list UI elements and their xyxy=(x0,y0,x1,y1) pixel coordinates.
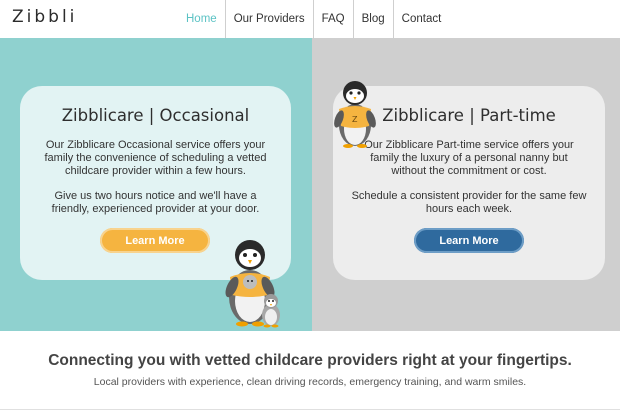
nav-contact[interactable]: Contact xyxy=(394,0,450,38)
site-logo[interactable]: Zibbli xyxy=(12,7,77,27)
main-nav: Home Our Providers FAQ Blog Contact xyxy=(178,0,449,38)
parttime-learn-more-button[interactable]: Learn More xyxy=(414,228,524,253)
penguin-family-icon xyxy=(225,240,280,328)
tagline-subtext: Local providers with experience, clean d… xyxy=(93,376,527,388)
nav-home[interactable]: Home xyxy=(178,0,226,38)
parttime-panel: Zibblicare | Part-time Our Zibblicare Pa… xyxy=(312,38,620,331)
tagline-section: Connecting you with vetted childcare pro… xyxy=(0,331,620,410)
occasional-panel: Zibblicare | Occasional Our Zibblicare O… xyxy=(0,38,312,331)
tagline-heading: Connecting you with vetted childcare pro… xyxy=(48,352,572,369)
nav-faq[interactable]: FAQ xyxy=(314,0,354,38)
penguin-mascot-icon: Z xyxy=(334,81,376,148)
parttime-description: Our Zibblicare Part-time service offers … xyxy=(364,139,574,177)
occasional-title: Zibblicare | Occasional xyxy=(61,106,250,125)
occasional-notice-text: Give us two hours notice and we'll have … xyxy=(51,190,260,215)
shirt-letter: Z xyxy=(352,115,358,124)
site-header: Zibbli Home Our Providers FAQ Blog Conta… xyxy=(0,0,620,38)
nav-our-providers[interactable]: Our Providers xyxy=(226,0,314,38)
occasional-learn-more-button[interactable]: Learn More xyxy=(100,228,210,253)
nav-blog[interactable]: Blog xyxy=(354,0,394,38)
parttime-schedule-text: Schedule a consistent provider for the s… xyxy=(351,190,587,215)
occasional-description: Our Zibblicare Occasional service offers… xyxy=(44,139,267,177)
